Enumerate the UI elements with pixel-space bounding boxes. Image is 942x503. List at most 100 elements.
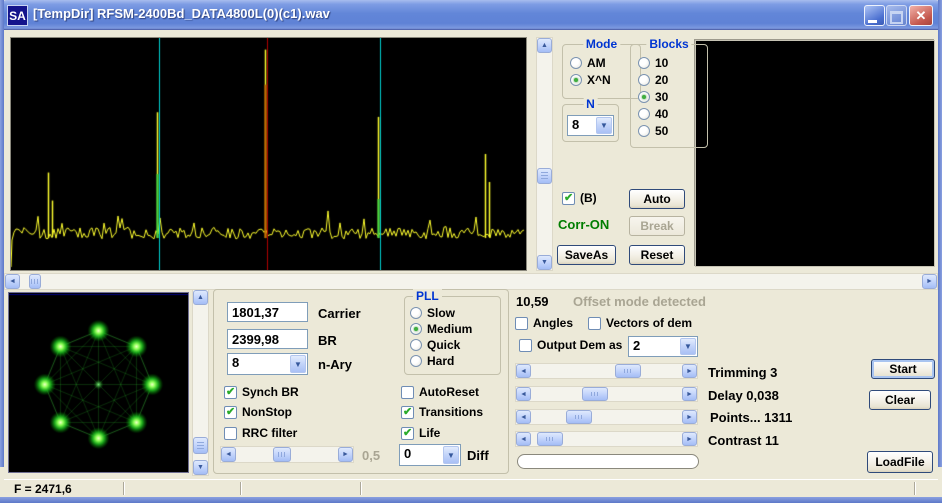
output-dem-select[interactable]: 2 ▼ bbox=[628, 336, 698, 357]
trimming-scrollbar[interactable]: ◄ ► bbox=[515, 363, 698, 379]
scroll-track[interactable] bbox=[193, 305, 208, 460]
scroll-down-icon[interactable]: ▼ bbox=[193, 460, 208, 475]
carrier-input[interactable] bbox=[227, 302, 308, 322]
transitions-checkbox[interactable]: Transitions bbox=[401, 405, 483, 419]
scroll-right-icon[interactable]: ► bbox=[682, 410, 697, 424]
scroll-thumb[interactable] bbox=[537, 168, 552, 184]
scroll-thumb[interactable] bbox=[537, 432, 563, 446]
clear-button[interactable]: Clear bbox=[869, 390, 931, 410]
diff-value: 0 bbox=[400, 445, 442, 465]
checkbox-box bbox=[224, 427, 237, 440]
scroll-thumb[interactable] bbox=[29, 274, 41, 289]
autoreset-checkbox[interactable]: AutoReset bbox=[401, 385, 479, 399]
scroll-right-icon[interactable]: ► bbox=[682, 432, 697, 446]
scroll-track[interactable] bbox=[537, 53, 552, 255]
radio-xn[interactable]: X^N bbox=[570, 73, 611, 87]
scroll-track[interactable] bbox=[531, 387, 682, 401]
scroll-thumb[interactable] bbox=[582, 387, 608, 401]
reset-button[interactable]: Reset bbox=[629, 245, 685, 265]
statusbar: F = 2471,6 bbox=[4, 479, 938, 497]
scroll-left-icon[interactable]: ◄ bbox=[516, 410, 531, 424]
spectrum-display[interactable] bbox=[10, 37, 527, 271]
radio-label: 40 bbox=[655, 107, 668, 121]
start-button[interactable]: Start bbox=[871, 359, 935, 379]
minimize-button[interactable] bbox=[864, 5, 885, 26]
scroll-up-icon[interactable]: ▲ bbox=[537, 38, 552, 53]
scroll-left-icon[interactable]: ◄ bbox=[5, 274, 20, 289]
app-window: SA [TempDir] RFSM-2400Bd_DATA4800L(0)(c1… bbox=[0, 0, 942, 503]
app-icon[interactable]: SA bbox=[7, 5, 28, 26]
radio-am[interactable]: AM bbox=[570, 56, 606, 70]
constellation-vertical-scrollbar[interactable]: ▲ ▼ bbox=[192, 289, 209, 476]
maximize-button[interactable] bbox=[886, 5, 907, 26]
radio-pll-hard[interactable]: Hard bbox=[410, 354, 454, 368]
break-button[interactable]: Break bbox=[629, 216, 685, 236]
chevron-down-icon[interactable]: ▼ bbox=[680, 338, 696, 355]
constellation-display[interactable] bbox=[8, 292, 189, 473]
vectors-of-dem-checkbox[interactable]: Vectors of dem bbox=[588, 316, 692, 330]
contrast-scrollbar[interactable]: ◄ ► bbox=[515, 431, 698, 447]
chevron-down-icon[interactable]: ▼ bbox=[596, 117, 612, 134]
scroll-track[interactable] bbox=[531, 364, 682, 378]
radio-pll-medium[interactable]: Medium bbox=[410, 322, 472, 336]
life-checkbox[interactable]: Life bbox=[401, 426, 440, 440]
chevron-down-icon[interactable]: ▼ bbox=[290, 355, 306, 373]
radio-label: 30 bbox=[655, 90, 668, 104]
radio-blocks-10[interactable]: 10 bbox=[638, 56, 668, 70]
n-select[interactable]: 8 ▼ bbox=[567, 115, 614, 136]
radio-blocks-20[interactable]: 20 bbox=[638, 73, 668, 87]
radio-blocks-50[interactable]: 50 bbox=[638, 124, 668, 138]
window-frame-bottom bbox=[0, 497, 942, 503]
scroll-track[interactable] bbox=[531, 410, 682, 424]
radio-pll-slow[interactable]: Slow bbox=[410, 306, 455, 320]
scroll-track[interactable] bbox=[20, 274, 922, 289]
n-ary-label: n-Ary bbox=[318, 357, 352, 372]
scroll-track[interactable] bbox=[236, 447, 338, 462]
scroll-right-icon[interactable]: ► bbox=[338, 447, 353, 462]
radio-circle bbox=[410, 307, 422, 319]
br-input[interactable] bbox=[227, 329, 308, 349]
scroll-left-icon[interactable]: ◄ bbox=[516, 432, 531, 446]
checkbox-label: RRC filter bbox=[242, 426, 297, 440]
scroll-track[interactable] bbox=[531, 432, 682, 446]
b-checkbox[interactable]: (B) bbox=[562, 191, 597, 205]
scroll-thumb[interactable] bbox=[615, 364, 641, 378]
radio-blocks-40[interactable]: 40 bbox=[638, 107, 668, 121]
points-scrollbar[interactable]: ◄ ► bbox=[515, 409, 698, 425]
loadfile-button[interactable]: LoadFile bbox=[867, 451, 933, 473]
scroll-thumb[interactable] bbox=[566, 410, 592, 424]
radio-circle bbox=[410, 339, 422, 351]
radio-pll-quick[interactable]: Quick bbox=[410, 338, 460, 352]
synch-br-checkbox[interactable]: Synch BR bbox=[224, 385, 299, 399]
rrc-scrollbar[interactable]: ◄ ► bbox=[220, 446, 354, 463]
scroll-left-icon[interactable]: ◄ bbox=[221, 447, 236, 462]
scroll-up-icon[interactable]: ▲ bbox=[193, 290, 208, 305]
nonstop-checkbox[interactable]: NonStop bbox=[224, 405, 292, 419]
scroll-right-icon[interactable]: ► bbox=[922, 274, 937, 289]
main-horizontal-scrollbar[interactable]: ◄ ► bbox=[4, 273, 938, 290]
spectrum-vertical-scrollbar[interactable]: ▲ ▼ bbox=[536, 37, 553, 271]
radio-blocks-30[interactable]: 30 bbox=[638, 90, 668, 104]
scroll-right-icon[interactable]: ► bbox=[682, 387, 697, 401]
frequency-status: F = 2471,6 bbox=[14, 482, 72, 496]
close-button[interactable] bbox=[909, 5, 933, 26]
checkbox-label: Synch BR bbox=[242, 385, 299, 399]
saveas-button[interactable]: SaveAs bbox=[557, 245, 616, 265]
angles-checkbox[interactable]: Angles bbox=[515, 316, 573, 330]
scroll-left-icon[interactable]: ◄ bbox=[516, 387, 531, 401]
diff-select[interactable]: 0 ▼ bbox=[399, 444, 461, 466]
delay-scrollbar[interactable]: ◄ ► bbox=[515, 386, 698, 402]
checkbox-label: Angles bbox=[533, 316, 573, 330]
scroll-thumb[interactable] bbox=[273, 447, 291, 462]
scroll-down-icon[interactable]: ▼ bbox=[537, 255, 552, 270]
scroll-right-icon[interactable]: ► bbox=[682, 364, 697, 378]
scroll-left-icon[interactable]: ◄ bbox=[516, 364, 531, 378]
output-dem-checkbox[interactable]: Output Dem as bbox=[519, 338, 622, 352]
rrc-filter-checkbox[interactable]: RRC filter bbox=[224, 426, 297, 440]
statusbar-separator bbox=[123, 482, 125, 495]
n-ary-select[interactable]: 8 ▼ bbox=[227, 353, 308, 375]
chevron-down-icon[interactable]: ▼ bbox=[443, 446, 459, 464]
radio-circle bbox=[638, 74, 650, 86]
auto-button[interactable]: Auto bbox=[629, 189, 685, 209]
scroll-thumb[interactable] bbox=[193, 437, 208, 454]
